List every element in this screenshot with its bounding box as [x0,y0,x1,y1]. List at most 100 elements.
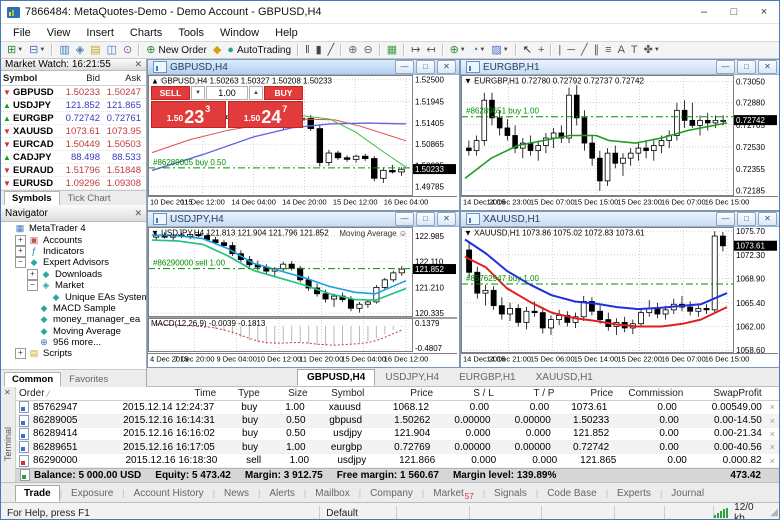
new-chart-button[interactable]: ⊞ ▼ [5,43,25,57]
arrows-button[interactable]: ✤ ▼ [642,43,662,57]
close-order-icon[interactable]: × [766,402,779,412]
column-tp[interactable]: T / P [494,388,555,399]
column-sl[interactable]: S / L [433,388,494,399]
terminal-tab-exposure[interactable]: Exposure [62,485,122,502]
tree-toggle[interactable]: + [27,268,38,280]
close-button[interactable]: × [749,1,779,23]
bar-chart-button[interactable]: ‖ [303,43,312,57]
sell-button[interactable]: SELL [151,86,190,100]
strategy-tester-button[interactable]: ⊙ [121,43,134,57]
volume-dropdown-icon[interactable]: ▼ [191,86,205,100]
chart-minimize-button[interactable]: — [395,212,414,226]
buy-price-button[interactable]: 1.50 24 7 [228,101,303,128]
autotrading-button[interactable]: ● AutoTrading [225,43,293,57]
chart-tab-gbpusd-h4[interactable]: GBPUSD,H4 [297,369,376,386]
terminal-tab-market[interactable]: Market 57 [424,485,482,502]
trade-row-86289651[interactable]: 86289651 2015.12.16 16:17:05 buy 1.00 eurgbp… [16,441,779,455]
market-watch-row-cadjpy[interactable]: ▲ CADJPY 88.498 88.533 [1,151,146,164]
navigator-item-956-more-[interactable]: ⊕ 956 more... [1,337,146,348]
market-watch-tab-symbols[interactable]: Symbols [4,191,60,206]
chart-canvas[interactable]: #86289651 buy 1.00 ▼ EURGBP,H1 0.72780 0.… [461,75,779,210]
volume-stepper-icon[interactable]: ▲ [249,86,263,100]
terminal-tab-code-base[interactable]: Code Base [538,485,605,502]
trade-row-85762947[interactable]: 85762947 2015.12.14 12:24:37 buy 1.00 xauusd… [16,401,779,415]
terminal-tab-journal[interactable]: Journal [662,485,713,502]
terminal-tab-account-history[interactable]: Account History [125,485,213,502]
chart-canvas[interactable]: #86290000 sell 1.00 ▼ USDJPY,H4 121.813 1… [148,227,459,367]
tree-toggle[interactable]: + [15,245,26,257]
text-button[interactable]: A [616,43,627,57]
chart-window-titlebar[interactable]: EURGBP,H1 — □ ✕ [461,60,779,75]
navigator-item-accounts[interactable]: + ▣ Accounts [1,234,146,246]
navigator-button[interactable]: ▤ [88,43,102,57]
minimize-button[interactable]: – [689,1,719,23]
crosshair-button[interactable]: + [536,43,546,57]
market-watch-button[interactable]: ▥ [57,43,71,57]
chart-close-button[interactable]: ✕ [437,212,456,226]
chart-close-button[interactable]: ✕ [758,60,777,74]
menu-view[interactable]: View [39,27,79,39]
chart-close-button[interactable]: ✕ [758,212,777,226]
data-window-button[interactable]: ◈ [74,43,86,57]
navigator-item-market[interactable]: − ◈ Market [1,280,146,292]
column-symbol[interactable]: Symbol [308,388,373,399]
new-order-button[interactable]: ⊕ New Order [144,43,209,57]
column-swap[interactable]: Swap [683,388,738,399]
close-order-icon[interactable]: × [766,456,779,466]
terminal-tab-experts[interactable]: Experts [608,485,660,502]
candlestick-chart-button[interactable]: ▮ [314,43,324,57]
trade-row-86290000[interactable]: 86290000 2015.12.16 16:18:30 sell 1.00 usdjp… [16,454,779,468]
market-watch-row-gbpusd[interactable]: ▼ GBPUSD 1.50233 1.50247 [1,86,146,99]
vertical-line-button[interactable]: | [556,43,563,57]
terminal-tab-mailbox[interactable]: Mailbox [306,485,358,502]
buy-button[interactable]: BUY [264,86,303,100]
chart-tab-eurgbp-h1[interactable]: EURGBP,H1 [449,369,526,386]
market-watch-row-euraud[interactable]: ▼ EURAUD 1.51796 1.51848 [1,164,146,177]
navigator-close-icon[interactable]: ✕ [134,208,142,219]
channel-button[interactable]: ∥ [592,43,602,57]
column-time[interactable]: Time [106,388,216,399]
navigator-item-scripts[interactable]: + ▤ Scripts [1,348,146,360]
maximize-button[interactable]: □ [719,1,749,23]
terminal-tab-signals[interactable]: Signals [485,485,536,502]
chart-window-titlebar[interactable]: USDJPY,H4 — □ ✕ [148,212,459,227]
horizontal-line-button[interactable]: ─ [565,43,577,57]
navigator-item-metatrader-4[interactable]: ▦ MetaTrader 4 [1,223,146,234]
zoom-in-button[interactable]: ⊕ [346,43,359,57]
chart-minimize-button[interactable]: — [395,60,414,74]
terminal-tab-alerts[interactable]: Alerts [260,485,304,502]
column-price2[interactable]: Price [554,388,613,399]
market-watch-row-xauusd[interactable]: ▼ XAUUSD 1073.61 1073.95 [1,125,146,138]
indicators-button[interactable]: ⊕ ▼ [448,43,468,57]
auto-scroll-button[interactable]: ↦ [409,43,422,57]
text-label-button[interactable]: T [629,43,640,57]
menu-tools[interactable]: Tools [170,27,212,39]
navigator-item-expert-advisors[interactable]: − ◆ Expert Advisors [1,257,146,269]
column-profit[interactable]: Profit [738,388,765,399]
tree-toggle[interactable]: + [15,348,26,360]
column-order[interactable]: Order ∕ [16,388,106,399]
navigator-tab-common[interactable]: Common [4,372,62,387]
menu-charts[interactable]: Charts [122,27,170,39]
chart-window-titlebar[interactable]: XAUUSD,H1 — □ ✕ [461,212,779,227]
chart-tab-xauusd-h1[interactable]: XAUUSD,H1 [526,369,603,386]
column-type[interactable]: Type [216,388,266,399]
market-watch-tab-tick-chart[interactable]: Tick Chart [60,191,119,206]
chart-tab-usdjpy-h4[interactable]: USDJPY,H4 [375,369,449,386]
market-watch-row-eurusd[interactable]: ▼ EURUSD 1.09296 1.09308 [1,177,146,190]
volume-input[interactable]: 1.00 [206,86,248,100]
chart-minimize-button[interactable]: — [716,60,735,74]
chart-close-button[interactable]: ✕ [437,60,456,74]
fibonacci-button[interactable]: ≡ [603,43,613,57]
line-chart-button[interactable]: ╱ [326,43,337,57]
column-ask[interactable]: Ask [100,73,141,84]
chart-restore-button[interactable]: □ [416,212,435,226]
status-profile[interactable]: Default [320,506,397,519]
column-size[interactable]: Size [266,388,307,399]
close-order-icon[interactable]: × [766,442,779,452]
column-price[interactable]: Price [372,388,433,399]
close-order-icon[interactable]: × [766,429,779,439]
sell-price-button[interactable]: 1.50 23 3 [151,101,226,128]
chart-restore-button[interactable]: □ [416,60,435,74]
column-symbol[interactable]: Symbol [3,73,59,84]
